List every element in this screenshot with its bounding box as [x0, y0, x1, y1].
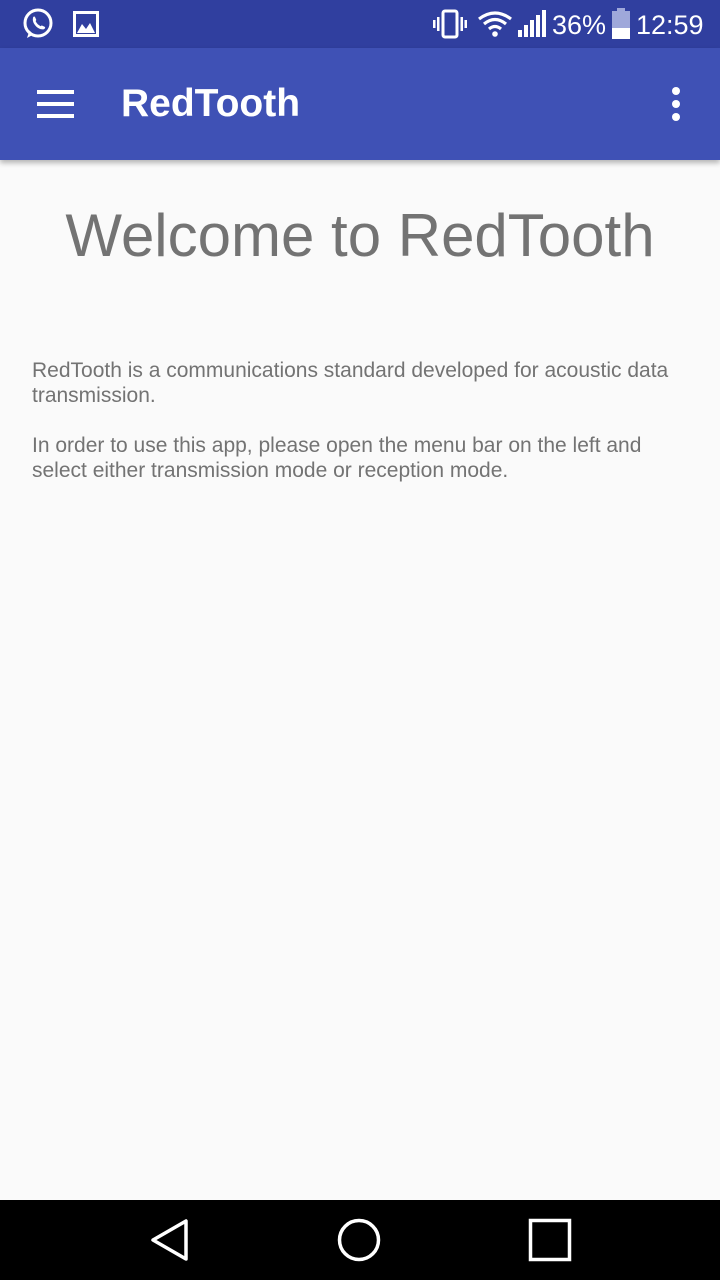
screen: 36% 12:59 RedTooth Welcome to RedTooth R…: [0, 0, 720, 1280]
back-icon: [151, 1219, 188, 1261]
overflow-menu-button[interactable]: [648, 68, 704, 140]
welcome-heading: Welcome to RedTooth: [65, 202, 655, 269]
status-bar: 36% 12:59: [0, 0, 720, 48]
image-icon: [70, 0, 102, 48]
wifi-icon: [476, 0, 514, 48]
battery-icon: [610, 0, 632, 48]
menu-button[interactable]: [20, 68, 92, 140]
app-bar: RedTooth: [0, 48, 720, 160]
navigation-bar: [0, 1200, 720, 1280]
whatsapp-icon: [18, 0, 58, 48]
instructions-paragraph: In order to use this app, please open th…: [32, 434, 642, 482]
more-vert-icon: [672, 87, 680, 121]
battery-percent: 36%: [552, 10, 607, 40]
home-button[interactable]: [309, 1200, 409, 1280]
recents-button[interactable]: [500, 1200, 600, 1280]
hamburger-menu-icon: [37, 90, 74, 118]
home-icon: [337, 1218, 381, 1262]
back-button[interactable]: [120, 1200, 220, 1280]
signal-icon: [516, 0, 548, 48]
main-content: Welcome to RedTooth RedTooth is a commun…: [0, 160, 720, 1200]
clock: 12:59: [636, 10, 704, 40]
recents-icon: [528, 1218, 572, 1262]
vibrate-icon: [430, 0, 470, 48]
app-title: RedTooth: [121, 82, 301, 125]
intro-paragraph: RedTooth is a communications standard de…: [32, 359, 669, 407]
